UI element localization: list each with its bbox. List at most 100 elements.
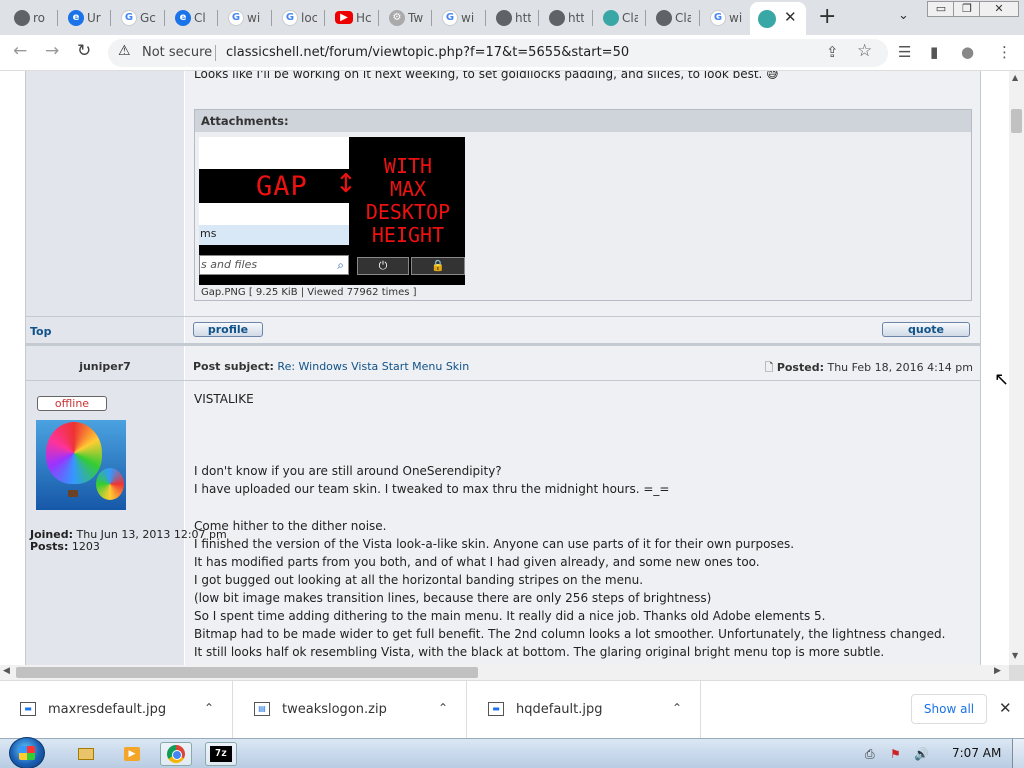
tab-title: Cl bbox=[194, 10, 206, 25]
post-text-line: I have uploaded our team skin. I tweaked… bbox=[194, 482, 670, 496]
taskbar-7zip[interactable]: 7z bbox=[205, 742, 237, 766]
address-bar[interactable]: ⚠ Not secure classicshell.net/forum/view… bbox=[108, 39, 888, 67]
bookmark-star-icon[interactable]: ☆ bbox=[857, 41, 872, 61]
scroll-left-icon[interactable]: ◀ bbox=[3, 666, 10, 676]
browser-tab[interactable]: G wi bbox=[700, 5, 750, 30]
download-filename[interactable]: hqdefault.jpg bbox=[516, 702, 602, 717]
browser-tab[interactable]: G Gc bbox=[111, 5, 165, 30]
post-icon[interactable]: 🗋 bbox=[764, 361, 773, 374]
browser-tab[interactable]: htt bbox=[486, 5, 539, 30]
clock[interactable]: 7:07 AM bbox=[952, 746, 1001, 760]
post-text-line: Looks like I'll be working on it next we… bbox=[194, 71, 779, 81]
post-text-line: It has modified parts from you both, and… bbox=[194, 555, 760, 569]
search-icon: ⌕ bbox=[337, 258, 344, 272]
attachment-image[interactable]: GAP ↕ ms s and files ⌕ WITH MAX DESKTOP … bbox=[199, 137, 465, 285]
network-icon[interactable]: ⎙ bbox=[865, 747, 875, 762]
volume-icon[interactable]: 🔊 bbox=[914, 747, 929, 761]
warning-icon[interactable]: ⚠ bbox=[118, 43, 131, 59]
zip-file-icon: ▤ bbox=[254, 702, 270, 716]
chevron-up-icon[interactable]: ⌃ bbox=[438, 701, 448, 715]
taskbar-chrome[interactable] bbox=[160, 742, 192, 766]
scroll-right-icon[interactable]: ▶ bbox=[994, 666, 1001, 676]
post-text-line: VISTALIKE bbox=[194, 392, 254, 406]
browser-tab[interactable]: ⚙ Tw bbox=[379, 5, 432, 30]
forward-button[interactable]: → bbox=[45, 41, 59, 61]
post-text-line: So I spent time adding dithering to the … bbox=[194, 609, 826, 623]
back-button[interactable]: ← bbox=[13, 41, 27, 61]
close-tab-icon[interactable]: ✕ bbox=[784, 8, 797, 26]
browser-tab[interactable]: e Cl bbox=[165, 5, 218, 30]
browser-toolbar: ← → ↻ ⚠ Not secure classicshell.net/foru… bbox=[0, 35, 1024, 71]
browser-tab[interactable]: htt bbox=[539, 5, 593, 30]
globe-icon bbox=[549, 9, 565, 26]
vertical-scrollbar[interactable]: ▲ ▼ bbox=[1009, 71, 1024, 665]
taskbar-explorer[interactable] bbox=[70, 742, 102, 766]
post-author[interactable]: juniper7 bbox=[26, 360, 184, 373]
image-text-gap: GAP bbox=[256, 171, 308, 202]
tab-title: htt bbox=[515, 10, 531, 25]
quote-button[interactable]: quote bbox=[882, 322, 970, 337]
tab-title: Ur bbox=[87, 10, 101, 25]
window-close-button[interactable]: ✕ bbox=[979, 1, 1019, 17]
scroll-down-icon[interactable]: ▼ bbox=[1012, 651, 1018, 660]
edge-icon: e bbox=[68, 9, 84, 26]
globe-icon bbox=[656, 9, 672, 26]
scroll-up-icon[interactable]: ▲ bbox=[1012, 73, 1018, 82]
post-text-line: I finished the version of the Vista look… bbox=[194, 537, 795, 551]
show-all-button[interactable]: Show all bbox=[911, 694, 987, 724]
reload-button[interactable]: ↻ bbox=[77, 41, 91, 61]
download-filename[interactable]: maxresdefault.jpg bbox=[48, 702, 166, 717]
minimize-button[interactable]: ▭ bbox=[927, 1, 955, 17]
security-label[interactable]: Not secure bbox=[142, 45, 212, 60]
tab-title: Cla bbox=[675, 10, 691, 25]
close-icon[interactable]: ✕ bbox=[999, 699, 1012, 717]
browser-tab[interactable]: Cla bbox=[593, 5, 646, 30]
edge-icon: e bbox=[175, 9, 191, 26]
power-icon: ⏻ bbox=[357, 257, 409, 275]
show-desktop-button[interactable] bbox=[1012, 739, 1024, 768]
top-link[interactable]: Top bbox=[30, 325, 51, 338]
browser-tab[interactable]: ro bbox=[4, 5, 58, 30]
classic-shell-icon bbox=[758, 10, 776, 28]
gear-icon: ⚙ bbox=[389, 9, 405, 26]
google-icon: G bbox=[282, 9, 298, 26]
reading-list-icon[interactable]: ☰ bbox=[898, 43, 911, 61]
chevron-up-icon[interactable]: ⌃ bbox=[672, 701, 682, 715]
download-filename[interactable]: tweakslogon.zip bbox=[282, 702, 387, 717]
browser-tab[interactable]: G wi bbox=[218, 5, 272, 30]
restore-button[interactable]: ❐ bbox=[953, 1, 981, 17]
browser-tab[interactable]: G loc bbox=[272, 5, 325, 30]
more-menu-icon[interactable]: ⋮ bbox=[997, 43, 1012, 61]
download-item[interactable]: ▬ maxresdefault.jpg ⌃ bbox=[0, 681, 233, 739]
browser-tab[interactable]: ▶ Hc bbox=[325, 5, 379, 30]
google-icon: G bbox=[442, 9, 458, 26]
posts-count-link[interactable]: 1203 bbox=[72, 540, 100, 553]
start-button[interactable] bbox=[9, 737, 45, 768]
new-tab-button[interactable]: + bbox=[818, 4, 836, 29]
download-item[interactable]: ▤ tweakslogon.zip ⌃ bbox=[234, 681, 467, 739]
post-subject-link[interactable]: Re: Windows Vista Start Menu Skin bbox=[277, 360, 469, 373]
profile-button[interactable]: profile bbox=[193, 322, 263, 337]
browser-tab[interactable]: e Ur bbox=[58, 5, 111, 30]
teal-site-icon bbox=[603, 9, 619, 26]
page-viewport: Looks like I'll be working on it next we… bbox=[0, 71, 1009, 665]
url-text[interactable]: classicshell.net/forum/viewtopic.php?f=1… bbox=[226, 45, 629, 60]
post-text-line: I don't know if you are still around One… bbox=[194, 464, 502, 478]
active-tab[interactable]: ✕ bbox=[750, 2, 806, 35]
browser-tab[interactable]: G wi bbox=[432, 5, 486, 30]
chevron-up-icon[interactable]: ⌃ bbox=[204, 701, 214, 715]
horizontal-scroll-thumb[interactable] bbox=[16, 667, 478, 678]
tab-title: wi bbox=[461, 10, 475, 25]
profile-avatar-icon[interactable]: ● bbox=[961, 43, 974, 61]
mouse-cursor-icon: ↖ bbox=[994, 369, 1010, 390]
share-icon[interactable]: ⇪ bbox=[826, 43, 839, 61]
post-text-line: Bitmap had to be made wider to get full … bbox=[194, 627, 946, 641]
vertical-scroll-thumb[interactable] bbox=[1011, 109, 1022, 133]
taskbar-media-player[interactable]: ▶ bbox=[116, 742, 148, 766]
tab-search-icon[interactable]: ⌄ bbox=[898, 8, 909, 23]
browser-tab[interactable]: Cla bbox=[646, 5, 700, 30]
download-item[interactable]: ▬ hqdefault.jpg ⌃ bbox=[468, 681, 701, 739]
side-panel-icon[interactable]: ▮ bbox=[930, 43, 938, 61]
horizontal-scrollbar[interactable]: ◀ ▶ bbox=[0, 665, 1009, 680]
action-center-icon[interactable]: ⚑ bbox=[890, 747, 901, 761]
